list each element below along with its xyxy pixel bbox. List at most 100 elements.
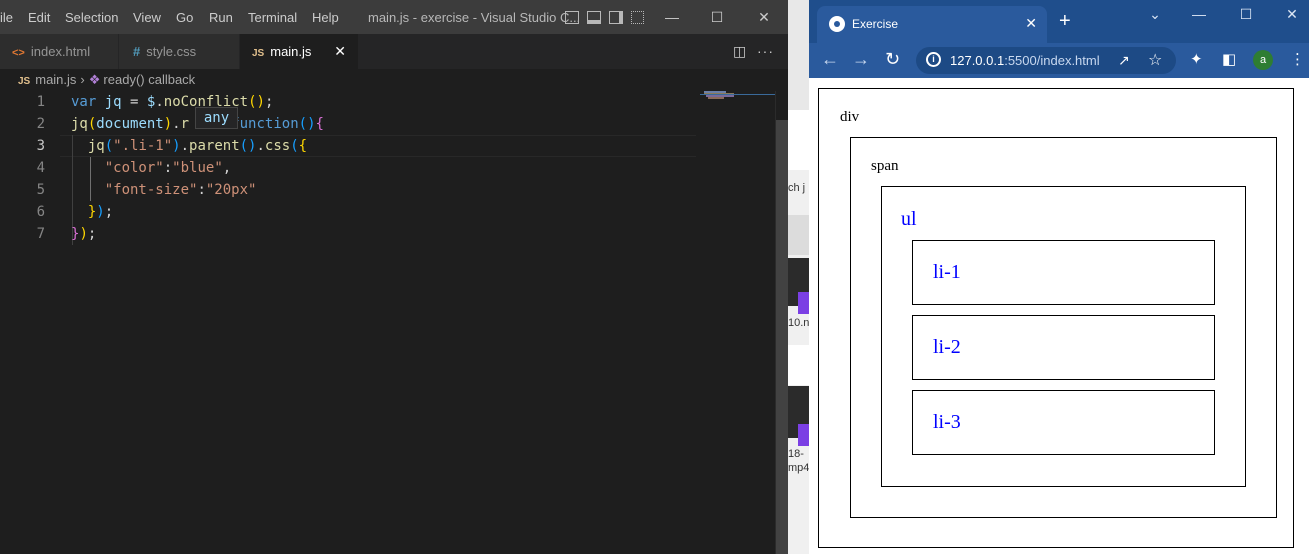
- close-tab-icon[interactable]: ✕: [1025, 15, 1037, 32]
- line-number: 2: [36, 116, 45, 132]
- list-item-label: li-3: [933, 411, 961, 433]
- close-window-icon[interactable]: ✕: [1277, 6, 1307, 23]
- share-icon[interactable]: ↗: [1118, 52, 1130, 69]
- code-editor[interactable]: 1 2 3 4 5 6 7 var jq = $.noConflict(); j…: [0, 91, 775, 554]
- close-tab-icon[interactable]: ✕: [334, 34, 346, 69]
- code-line: "color":"blue",: [104, 160, 232, 176]
- address-bar[interactable]: i 127.0.0.1:5500/index.html ↗ ☆: [916, 47, 1176, 74]
- ul-label: ul: [901, 208, 917, 230]
- toggle-sidebar-icon[interactable]: [565, 11, 579, 24]
- minimize-icon[interactable]: —: [658, 6, 686, 28]
- search-text: ch j: [788, 182, 806, 194]
- background-window-strip: ch j 10.n 18- mp4: [788, 0, 809, 554]
- tab-label: main.js: [270, 44, 312, 59]
- minimap-line: [708, 97, 724, 99]
- new-tab-icon[interactable]: +: [1059, 10, 1071, 33]
- tab-label: style.css: [146, 44, 197, 59]
- back-icon[interactable]: ←: [821, 49, 839, 70]
- minimize-icon[interactable]: —: [1184, 6, 1214, 22]
- reload-icon[interactable]: ↻: [885, 49, 900, 70]
- list-item: li-2: [912, 315, 1215, 380]
- toggle-secondary-sidebar-icon[interactable]: [609, 11, 623, 24]
- code-line: jq(".li-1").parent().css({: [87, 138, 308, 154]
- menu-help[interactable]: Help: [312, 10, 339, 25]
- maximize-icon[interactable]: ☐: [703, 6, 731, 28]
- close-window-icon[interactable]: ✕: [750, 6, 778, 28]
- maximize-icon[interactable]: ☐: [1231, 6, 1261, 23]
- method-cube-icon: ❖: [88, 72, 101, 87]
- side-panel-icon[interactable]: ◧: [1222, 50, 1236, 68]
- line-number: 1: [36, 94, 45, 110]
- menu-selection[interactable]: Selection: [65, 10, 118, 25]
- photo-thumbnail: [788, 0, 809, 110]
- span-label: span: [871, 158, 899, 174]
- bookmark-star-icon[interactable]: ☆: [1148, 50, 1162, 70]
- editor-tab-bar: <> index.html # style.css JS main.js ✕ ◫ ··…: [0, 34, 788, 69]
- browser-window: Exercise ✕ + ⌄ — ☐ ✕ ← → ↻ i 127.0.0.1:5…: [809, 0, 1309, 554]
- extensions-puzzle-icon[interactable]: ✦: [1190, 50, 1203, 68]
- tab-search-icon[interactable]: ⌄: [1140, 6, 1170, 23]
- video-play-icon: [798, 292, 809, 314]
- menu-kebab-icon[interactable]: ⋮: [1290, 50, 1305, 68]
- list-item: li-1: [912, 240, 1215, 305]
- code-line: var jq = $.noConflict();: [71, 94, 274, 110]
- customize-layout-icon[interactable]: [631, 11, 644, 24]
- tab-main-js[interactable]: JS main.js ✕: [240, 34, 358, 69]
- menu-file[interactable]: ile: [0, 10, 13, 25]
- js-file-icon: JS: [252, 48, 265, 59]
- avatar[interactable]: a: [1253, 50, 1273, 70]
- div-label: div: [840, 109, 860, 125]
- menu-view[interactable]: View: [133, 10, 161, 25]
- video-play-icon: [798, 424, 809, 446]
- browser-tab-exercise[interactable]: Exercise ✕: [817, 6, 1047, 43]
- menu-edit[interactable]: Edit: [28, 10, 50, 25]
- title-bar: ile Edit Selection View Go Run Terminal …: [0, 0, 788, 34]
- code-line: "font-size":"20px": [104, 182, 257, 198]
- browser-tab-title: Exercise: [852, 17, 899, 31]
- tab-index-html[interactable]: <> index.html: [0, 34, 118, 69]
- breadcrumb-file[interactable]: main.js: [35, 72, 76, 87]
- site-info-icon[interactable]: i: [926, 52, 941, 67]
- chevron-right-icon: ›: [80, 72, 85, 87]
- strip-panel: [788, 345, 809, 385]
- vscode-window: ile Edit Selection View Go Run Terminal …: [0, 0, 788, 554]
- html-file-icon: <>: [12, 47, 25, 59]
- line-number: 7: [36, 226, 45, 242]
- list-item-label: li-2: [933, 336, 961, 358]
- span-box: span ul li-1 li-2 li-3: [850, 137, 1277, 518]
- css-file-icon: #: [133, 44, 141, 59]
- browser-tab-strip: Exercise ✕ + ⌄ — ☐ ✕: [809, 0, 1309, 43]
- globe-favicon-icon: [829, 16, 845, 32]
- search-box: [788, 110, 809, 170]
- menu-terminal[interactable]: Terminal: [248, 10, 297, 25]
- breadcrumb: JS main.js › ❖ ready() callback: [0, 69, 788, 91]
- more-actions-icon[interactable]: ···: [757, 34, 774, 69]
- ul-box: ul li-1 li-2 li-3: [881, 186, 1246, 487]
- file-name: 10.n: [788, 317, 809, 329]
- tab-style-css[interactable]: # style.css: [119, 34, 239, 69]
- list-item: li-3: [912, 390, 1215, 455]
- minimap[interactable]: [700, 91, 775, 554]
- list-item-label: li-1: [933, 261, 961, 283]
- line-number: 5: [36, 182, 45, 198]
- line-number: 6: [36, 204, 45, 220]
- type-hover-tooltip: any: [195, 107, 238, 129]
- browser-toolbar: ← → ↻ i 127.0.0.1:5500/index.html ↗ ☆ ✦ …: [809, 43, 1309, 78]
- forward-icon[interactable]: →: [852, 49, 870, 70]
- url-text: 127.0.0.1:5500/index.html: [950, 53, 1100, 68]
- file-name: 18-: [788, 448, 804, 460]
- breadcrumb-symbol[interactable]: ready() callback: [103, 72, 195, 87]
- file-name: mp4: [788, 462, 809, 474]
- page-viewport: div span ul li-1 li-2 li-3: [809, 78, 1309, 554]
- toggle-panel-icon[interactable]: [587, 11, 601, 24]
- menu-run[interactable]: Run: [209, 10, 233, 25]
- line-number: 4: [36, 160, 45, 176]
- scrollbar-thumb[interactable]: [776, 120, 788, 554]
- strip-panel: [788, 215, 809, 255]
- tab-label: index.html: [30, 44, 91, 59]
- window-title: main.js - exercise - Visual Studio C...: [368, 10, 581, 25]
- code-line: });: [71, 226, 97, 242]
- split-editor-icon[interactable]: ◫: [733, 34, 746, 69]
- div-box: div span ul li-1 li-2 li-3: [818, 88, 1294, 548]
- menu-go[interactable]: Go: [176, 10, 193, 25]
